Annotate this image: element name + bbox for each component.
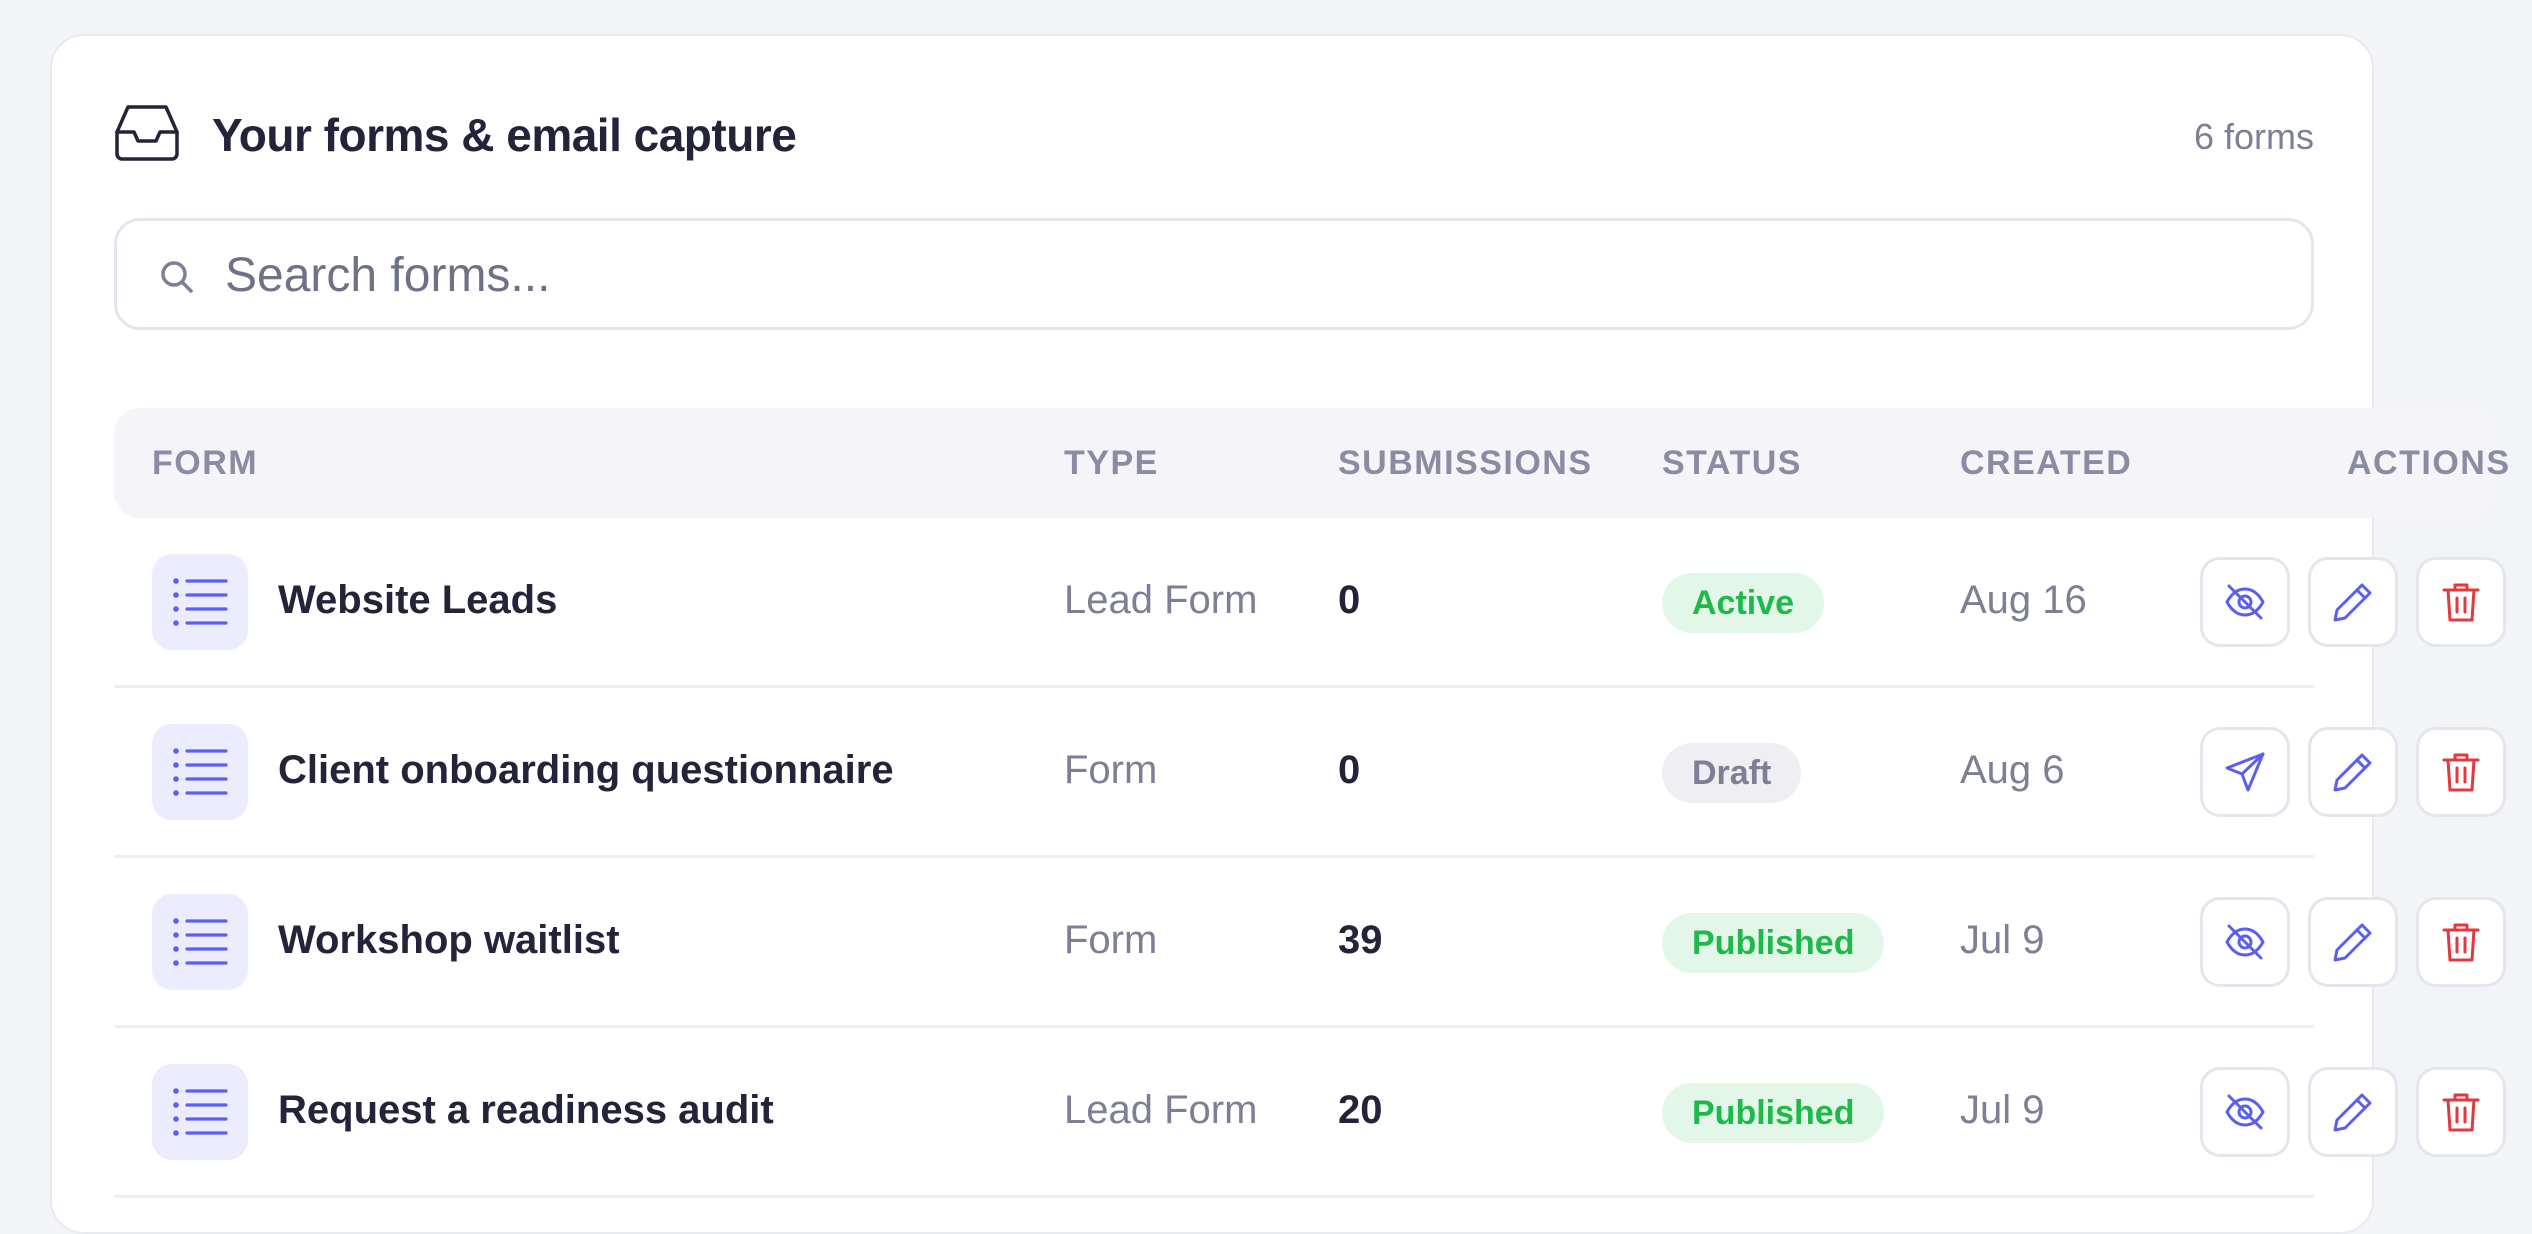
page-title: Your forms & email capture: [212, 109, 797, 161]
form-type: Lead Form: [1064, 1088, 1258, 1132]
form-name[interactable]: Workshop waitlist: [278, 918, 620, 963]
hide-icon: [2225, 924, 2265, 960]
form-submissions: 20: [1338, 1088, 1383, 1132]
column-header-form[interactable]: FORM: [152, 444, 258, 483]
delete-button[interactable]: [2416, 1067, 2506, 1157]
form-submissions: 0: [1338, 748, 1361, 792]
status-badge: Published: [1662, 913, 1885, 973]
unpublish-button[interactable]: [2200, 557, 2290, 647]
trash-icon: [2442, 583, 2480, 622]
delete-button[interactable]: [2416, 557, 2506, 647]
column-header-actions: ACTIONS: [2347, 444, 2511, 482]
hide-icon: [2225, 584, 2265, 620]
column-header-status[interactable]: STATUS: [1662, 444, 1802, 483]
form-name[interactable]: Client onboarding questionnaire: [278, 748, 894, 793]
inbox-icon: [114, 104, 180, 162]
column-header-created[interactable]: CREATED: [1960, 444, 2132, 483]
table-header: FORM TYPE SUBMISSIONS STATUS CREATED ACT…: [114, 408, 2509, 518]
form-type: Lead Form: [1064, 578, 1258, 622]
table-row[interactable]: Client onboarding questionnaire Form 0 D…: [114, 688, 2506, 858]
unpublish-button[interactable]: [2200, 1067, 2290, 1157]
trash-icon: [2442, 923, 2480, 962]
status-badge: Published: [1662, 1083, 1885, 1143]
trash-icon: [2442, 753, 2480, 792]
column-header-type[interactable]: TYPE: [1064, 444, 1159, 483]
form-list-icon: [152, 1064, 248, 1160]
form-list-icon: [152, 724, 248, 820]
trash-icon: [2442, 1093, 2480, 1132]
column-header-submissions[interactable]: SUBMISSIONS: [1338, 444, 1593, 483]
form-name[interactable]: Website Leads: [278, 578, 557, 623]
table-row[interactable]: Workshop waitlist Form 39 Published Jul …: [114, 858, 2506, 1028]
search-input[interactable]: [225, 235, 2275, 315]
hide-icon: [2225, 1094, 2265, 1130]
publish-button[interactable]: [2200, 727, 2290, 817]
status-badge: Draft: [1662, 743, 1802, 803]
form-created-date: Aug 6: [1960, 748, 2065, 792]
forms-count: 6 forms: [2193, 116, 2314, 157]
search-icon: [159, 259, 195, 295]
forms-card: Your forms & email capture 6 forms FORM …: [50, 34, 2509, 1234]
pencil-icon: [2333, 1093, 2372, 1132]
delete-button[interactable]: [2416, 897, 2506, 987]
form-created-date: Aug 16: [1960, 578, 2087, 622]
card-header: Your forms & email capture 6 forms: [114, 100, 2314, 166]
send-icon: [2225, 752, 2265, 792]
form-submissions: 39: [1338, 918, 1383, 962]
edit-button[interactable]: [2308, 727, 2398, 817]
form-submissions: 0: [1338, 578, 1361, 622]
edit-button[interactable]: [2308, 897, 2398, 987]
form-created-date: Jul 9: [1960, 918, 2045, 962]
table-row[interactable]: Request a readiness audit Lead Form 20 P…: [114, 1028, 2506, 1198]
form-type: Form: [1064, 918, 1158, 962]
search-box[interactable]: [114, 218, 2314, 330]
form-created-date: Jul 9: [1960, 1088, 2045, 1132]
unpublish-button[interactable]: [2200, 897, 2290, 987]
form-list-icon: [152, 554, 248, 650]
edit-button[interactable]: [2308, 1067, 2398, 1157]
pencil-icon: [2333, 583, 2372, 622]
form-name[interactable]: Request a readiness audit: [278, 1088, 774, 1133]
pencil-icon: [2333, 923, 2372, 962]
edit-button[interactable]: [2308, 557, 2398, 647]
delete-button[interactable]: [2416, 727, 2506, 817]
table-row[interactable]: Website Leads Lead Form 0 Active Aug 16: [114, 518, 2506, 688]
form-list-icon: [152, 894, 248, 990]
pencil-icon: [2333, 753, 2372, 792]
status-badge: Active: [1662, 573, 1825, 633]
form-type: Form: [1064, 748, 1158, 792]
